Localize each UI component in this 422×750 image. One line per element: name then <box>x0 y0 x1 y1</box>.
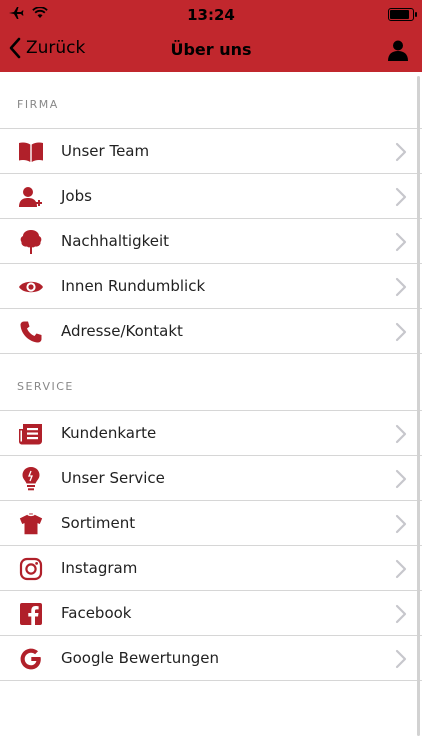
navigation-bar: Zurück Über uns <box>0 28 422 72</box>
chevron-right-icon <box>395 604 407 624</box>
list-item-adresse-kontakt[interactable]: Adresse/Kontakt <box>0 309 422 354</box>
list-item-facebook[interactable]: Facebook <box>0 591 422 636</box>
chevron-right-icon <box>395 649 407 669</box>
status-bar: 13:24 <box>0 0 422 28</box>
tree-icon <box>18 229 44 255</box>
chevron-right-icon <box>395 142 407 162</box>
chevron-right-icon <box>395 559 407 579</box>
list-item-nachhaltigkeit[interactable]: Nachhaltigkeit <box>0 219 422 264</box>
book-icon <box>18 139 44 165</box>
list-item-label: Innen Rundumblick <box>61 277 206 295</box>
section-list-service: Kundenkarte Unser Service Sortiment Instagr… <box>0 410 422 681</box>
chevron-right-icon <box>395 187 407 207</box>
phone-icon <box>18 319 44 345</box>
chevron-right-icon <box>395 322 407 342</box>
add-user-icon <box>18 184 44 210</box>
list-item-google-bewertungen[interactable]: Google Bewertungen <box>0 636 422 681</box>
list-item-label: Sortiment <box>61 514 136 532</box>
list-item-unser-service[interactable]: Unser Service <box>0 456 422 501</box>
lightbulb-icon <box>18 466 44 492</box>
list-item-sortiment[interactable]: Sortiment <box>0 501 422 546</box>
chevron-right-icon <box>395 232 407 252</box>
section-header-firma: FIRMA <box>17 98 59 111</box>
content-area: FIRMA Unser Team Jobs Nachhaltigkeit Innen R… <box>0 72 422 750</box>
page-title: Über uns <box>170 40 252 59</box>
list-item-label: Nachhaltigkeit <box>61 232 170 250</box>
chevron-right-icon <box>395 514 407 534</box>
list-item-label: Facebook <box>61 604 132 622</box>
scrollbar[interactable] <box>417 76 420 736</box>
chevron-right-icon <box>395 424 407 444</box>
google-icon <box>18 646 44 672</box>
list-item-label: Google Bewertungen <box>61 649 219 667</box>
battery-level <box>390 10 410 19</box>
list-item-unser-team[interactable]: Unser Team <box>0 129 422 174</box>
list-item-label: Adresse/Kontakt <box>61 322 183 340</box>
list-item-kundenkarte[interactable]: Kundenkarte <box>0 411 422 456</box>
list-item-label: Jobs <box>61 187 92 205</box>
facebook-icon <box>18 601 44 627</box>
battery-icon <box>388 8 417 21</box>
list-item-label: Unser Team <box>61 142 150 160</box>
list-item-jobs[interactable]: Jobs <box>0 174 422 219</box>
newspaper-icon <box>18 421 44 447</box>
list-item-label: Unser Service <box>61 469 165 487</box>
list-item-instagram[interactable]: Instagram <box>0 546 422 591</box>
user-icon[interactable] <box>386 38 410 62</box>
shirt-icon <box>18 511 44 537</box>
settings-list: FIRMA Unser Team Jobs Nachhaltigkeit Innen R… <box>0 72 422 681</box>
list-item-label: Kundenkarte <box>61 424 157 442</box>
list-item-innen-rundumblick[interactable]: Innen Rundumblick <box>0 264 422 309</box>
section-list-firma: Unser Team Jobs Nachhaltigkeit Innen Rundum… <box>0 128 422 354</box>
chevron-right-icon <box>395 469 407 489</box>
status-time: 13:24 <box>187 6 235 24</box>
eye-icon <box>18 274 44 300</box>
chevron-right-icon <box>395 277 407 297</box>
list-item-label: Instagram <box>61 559 138 577</box>
instagram-icon <box>18 556 44 582</box>
section-header-service: SERVICE <box>17 380 74 393</box>
